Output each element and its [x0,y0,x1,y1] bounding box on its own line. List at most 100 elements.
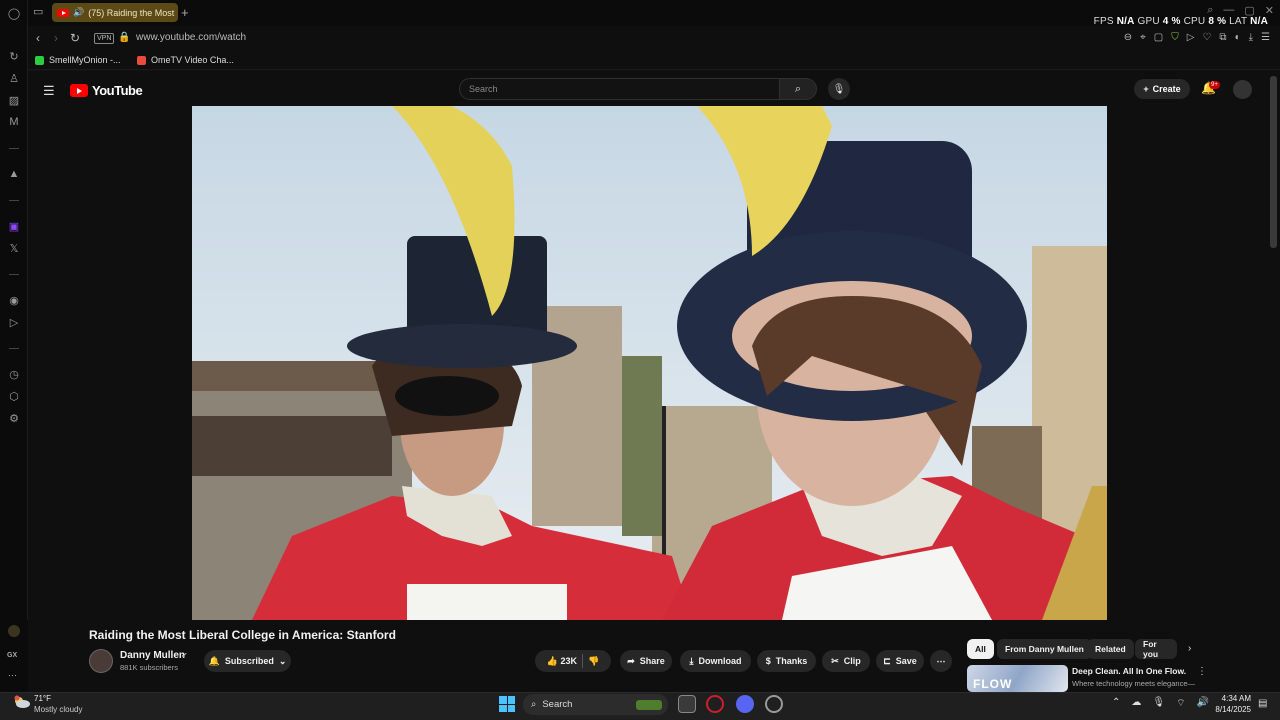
windows-start-icon[interactable] [499,696,515,712]
music-icon[interactable]: M [6,114,22,130]
gx-sidebar: ◯ ↻ ♙ ▨ M ▲ ▣ 𝕏 ◉ ▷ ◷ ⬡ ⚙ [0,0,28,692]
lock-icon[interactable]: 🔒 [118,32,130,43]
gx-label[interactable]: GX [7,652,17,659]
bell-icon: 🔔 [208,655,220,666]
microphone-tray-icon[interactable]: 🎙 [1152,697,1165,710]
recommendation-title[interactable]: Deep Clean. All In One Flow. [1072,666,1186,676]
new-tab-button[interactable]: + [181,5,189,20]
channel-name[interactable]: Danny Mullen [120,650,185,661]
forward-icon[interactable]: › [54,31,58,45]
dislike-button[interactable]: 👎 [588,656,599,667]
tray-overflow-icon[interactable]: ⌃ [1112,697,1120,710]
page-scrollbar[interactable] [1270,76,1277,248]
aria-icon[interactable]: ▲ [6,166,22,182]
send-icon[interactable]: ▷ [6,314,22,330]
chip-for-you[interactable]: For you [1135,639,1177,659]
profile-icon[interactable]: ◐ [1235,32,1241,43]
gx-sidebar-bottom: GX ⋯ [0,620,28,692]
like-button[interactable]: 👍 23K [547,656,577,667]
youtube-logo[interactable]: YouTube [70,83,143,98]
recommendation-thumbnail[interactable]: FLOW [967,665,1068,692]
notification-center-icon[interactable]: ▤ [1258,698,1267,709]
thanks-button[interactable]: $ Thanks [757,650,816,672]
search-button[interactable]: ⌕ [780,78,817,100]
browser-titlebar [0,0,1280,26]
extensions-icon[interactable]: ⬡ [6,388,22,404]
save-button[interactable]: ⊏ Save [876,650,924,672]
x-twitter-icon[interactable]: 𝕏 [6,240,22,256]
more-vertical-icon[interactable]: ⋮ [1197,666,1207,677]
bookmark-favicon-icon [137,55,146,65]
microphone-icon: 🎙 [832,83,846,95]
more-actions-button[interactable]: ⋯ [930,650,952,672]
url-field[interactable]: www.youtube.com/watch [136,32,246,43]
tab-title: (75) Raiding the Most [88,7,175,18]
channel-avatar[interactable] [89,649,113,673]
twitch-icon[interactable]: ▣ [6,218,22,234]
play-icon[interactable]: ▷ [1187,32,1195,43]
video-title: Raiding the Most Liberal College in Amer… [89,628,396,642]
thumbs-down-icon: 👎 [588,655,600,666]
player-icon[interactable]: ◉ [6,292,22,308]
subscribed-button[interactable]: 🔔 Subscribed ⌄ [204,650,291,672]
easy-setup-icon[interactable]: ☰ [1261,32,1270,43]
tab-menu-icon[interactable]: ▭ [33,5,43,18]
weather-cloud-icon[interactable] [12,695,30,709]
create-button[interactable]: + Create [1134,79,1190,99]
download-button[interactable]: ⤓ Download [680,650,751,672]
clock-time[interactable]: 4:34 AM [1219,694,1251,703]
history-icon[interactable]: ◷ [6,366,22,382]
account-avatar[interactable] [1233,80,1252,99]
opera-logo-icon[interactable]: ◯ [6,5,22,21]
plus-icon: + [1143,84,1149,94]
search-icon: ⌕ [531,699,537,710]
voice-search-button[interactable]: 🎙 [828,78,850,100]
thumbs-up-icon: 👍 [546,655,558,666]
clock-date[interactable]: 8/14/2025 [1209,705,1251,714]
status-dot-icon [8,625,20,637]
scissors-icon: ✂ [831,655,839,666]
hamburger-menu-icon[interactable]: ☰ [43,83,55,99]
taskbar-search[interactable]: ⌕ Search [523,694,668,715]
zoom-icon[interactable]: ⊖ [1124,32,1132,43]
chevron-right-icon[interactable]: › [1188,643,1191,654]
shield-icon[interactable]: ⛉ [1171,32,1179,43]
weather-temperature[interactable]: 71°F [34,694,51,703]
video-frame [192,106,1107,620]
back-icon[interactable]: ‹ [36,31,40,45]
speaker-icon[interactable]: 🔊 [73,7,84,18]
chip-related[interactable]: Related [1087,639,1134,659]
bookmark-item[interactable]: SmellMyOnion -... [35,55,121,65]
heart-icon[interactable]: ♡ [1202,32,1211,43]
chip-all[interactable]: All [967,639,994,659]
pin-icon[interactable]: ⌖ [1140,32,1146,43]
video-player[interactable] [192,106,1107,620]
download-icon[interactable]: ⤓ [1249,32,1253,43]
snapshot-icon[interactable]: ▢ [1154,32,1163,43]
volume-icon[interactable]: 🔊 [1197,697,1209,710]
search-input[interactable]: Search [459,78,780,100]
opera-gx-taskbar-icon[interactable] [706,695,724,713]
more-horizontal-icon: ⋯ [936,655,946,666]
onedrive-icon[interactable]: ☁ [1131,697,1141,710]
browser-tab-active[interactable]: 🔊 (75) Raiding the Most [52,3,178,22]
verified-icon: ✔ [181,651,188,660]
mods-icon[interactable]: ▨ [6,92,22,108]
more-icon[interactable]: ⋯ [8,670,17,681]
wifi-icon[interactable]: ⌔ [1176,697,1185,710]
vpn-badge[interactable]: VPN [94,33,115,44]
chip-from-channel[interactable]: From Danny Mullen [997,639,1092,659]
clip-button[interactable]: ✂ Clip [822,650,870,672]
discord-taskbar-icon[interactable] [736,695,754,713]
app-taskbar-icon[interactable] [765,695,783,713]
reload-icon[interactable]: ↻ [70,31,80,45]
weather-condition[interactable]: Mostly cloudy [34,705,82,714]
extensions-puzzle-icon[interactable]: ⧉ [1219,32,1226,43]
settings-icon[interactable]: ⚙ [6,410,22,426]
gx-control-icon[interactable]: ↻ [6,48,22,64]
share-button[interactable]: ➦ Share [620,650,672,672]
bookmark-item[interactable]: OmeTV Video Cha... [137,55,234,65]
gx-corner-icon[interactable]: ♙ [6,70,22,86]
task-view-icon[interactable] [678,695,696,713]
bookmark-icon: ⊏ [883,655,891,666]
